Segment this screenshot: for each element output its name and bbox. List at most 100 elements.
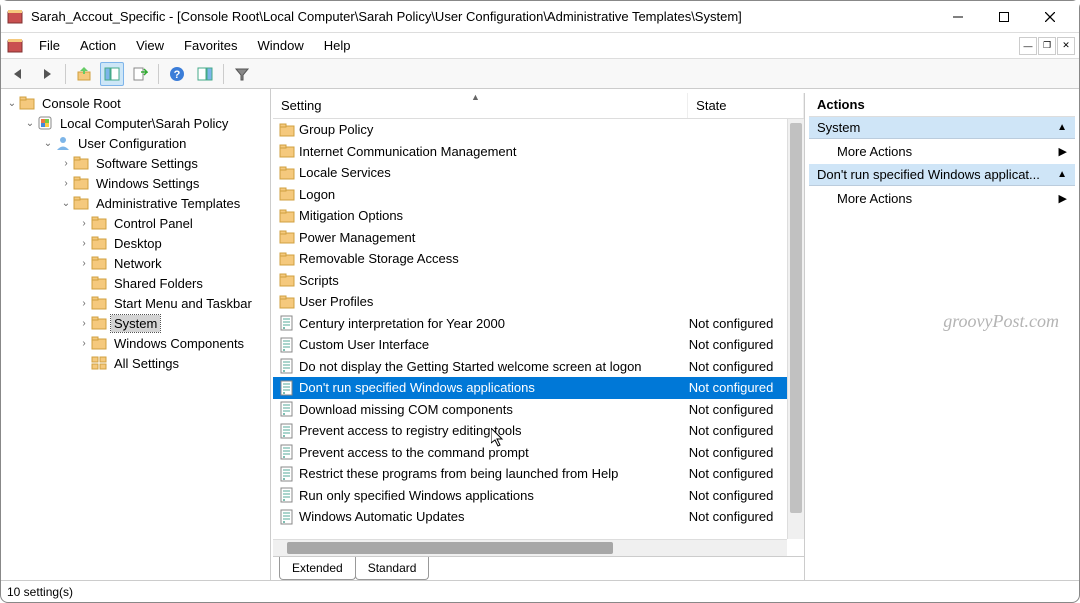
menu-action[interactable]: Action xyxy=(70,35,126,56)
tree-root[interactable]: ⌄ Console Root xyxy=(1,93,270,113)
help-button[interactable]: ? xyxy=(165,62,189,86)
mdi-icon xyxy=(7,38,23,54)
policy-icon xyxy=(279,487,295,503)
column-state[interactable]: State xyxy=(688,93,804,118)
tree-item-label: Software Settings xyxy=(93,155,201,172)
expand-icon[interactable]: › xyxy=(77,338,91,349)
menu-window[interactable]: Window xyxy=(248,35,314,56)
row-setting: Windows Automatic Updates xyxy=(299,509,689,524)
tree-item[interactable]: ⌄ Administrative Templates xyxy=(1,193,270,213)
expand-icon[interactable]: › xyxy=(59,158,73,169)
export-button[interactable] xyxy=(128,62,152,86)
mdi-restore-button[interactable]: ❐ xyxy=(1038,37,1056,55)
tree-item[interactable]: › Windows Settings xyxy=(1,173,270,193)
row-setting: Run only specified Windows applications xyxy=(299,488,689,503)
filter-button[interactable] xyxy=(230,62,254,86)
sort-indicator-icon: ▲ xyxy=(471,93,480,102)
list-row[interactable]: Do not display the Getting Started welco… xyxy=(273,356,804,378)
list-row[interactable]: Windows Automatic Updates Not configured xyxy=(273,506,804,528)
policy-icon xyxy=(279,380,295,396)
tree-item[interactable]: › Windows Components xyxy=(1,333,270,353)
tab-standard[interactable]: Standard xyxy=(355,557,430,580)
menu-favorites[interactable]: Favorites xyxy=(174,35,247,56)
show-tree-button[interactable] xyxy=(100,62,124,86)
tree-item[interactable]: › System xyxy=(1,313,270,333)
tree-item[interactable]: › Network xyxy=(1,253,270,273)
list-row[interactable]: Custom User Interface Not configured xyxy=(273,334,804,356)
action-group[interactable]: System ▲ xyxy=(809,117,1075,139)
expand-icon[interactable]: › xyxy=(59,178,73,189)
action-item[interactable]: More Actions▶ xyxy=(809,139,1075,164)
list-row[interactable]: Removable Storage Access xyxy=(273,248,804,270)
expand-icon[interactable]: › xyxy=(77,318,91,329)
expand-icon[interactable]: › xyxy=(77,298,91,309)
mdi-close-button[interactable]: ✕ xyxy=(1057,37,1075,55)
list-row[interactable]: Power Management xyxy=(273,227,804,249)
tree-item[interactable]: › Start Menu and Taskbar xyxy=(1,293,270,313)
menu-help[interactable]: Help xyxy=(314,35,361,56)
list-row[interactable]: User Profiles xyxy=(273,291,804,313)
folder-icon xyxy=(279,251,295,267)
chevron-up-icon[interactable]: ▲ xyxy=(1057,169,1067,180)
list-row[interactable]: Logon xyxy=(273,184,804,206)
folder-icon xyxy=(73,155,89,171)
list-row[interactable]: Run only specified Windows applications … xyxy=(273,485,804,507)
column-setting[interactable]: Setting xyxy=(273,93,688,118)
tree-item[interactable]: ⌄ Local Computer\Sarah Policy xyxy=(1,113,270,133)
tree-item[interactable]: Shared Folders xyxy=(1,273,270,293)
expand-icon[interactable]: › xyxy=(77,218,91,229)
list-row[interactable]: Prevent access to the command prompt Not… xyxy=(273,442,804,464)
close-button[interactable] xyxy=(1027,1,1073,33)
list-row[interactable]: Prevent access to registry editing tools… xyxy=(273,420,804,442)
watermark: groovyPost.com xyxy=(943,311,1059,332)
horizontal-scrollbar[interactable] xyxy=(273,539,787,556)
minimize-button[interactable] xyxy=(935,1,981,33)
folder-icon xyxy=(91,295,107,311)
list-row[interactable]: Download missing COM components Not conf… xyxy=(273,399,804,421)
list-row[interactable]: Scripts xyxy=(273,270,804,292)
action-group[interactable]: Don't run specified Windows applicat...▲ xyxy=(809,164,1075,186)
tree-pane[interactable]: ⌄ Console Root ⌄ Local Computer\Sarah Po… xyxy=(1,89,271,580)
collapse-icon[interactable]: ⌄ xyxy=(23,118,37,129)
action-group-title: System xyxy=(817,120,860,135)
folder-icon xyxy=(279,122,295,138)
tree-item[interactable]: › Software Settings xyxy=(1,153,270,173)
tree-item[interactable]: › Desktop xyxy=(1,233,270,253)
list-row[interactable]: Locale Services xyxy=(273,162,804,184)
mdi-minimize-button[interactable]: — xyxy=(1019,37,1037,55)
tree-item[interactable]: › Control Panel xyxy=(1,213,270,233)
list-row[interactable]: Group Policy xyxy=(273,119,804,141)
tree-item-label: Windows Settings xyxy=(93,175,202,192)
collapse-icon[interactable]: ⌄ xyxy=(41,138,55,149)
folder-icon xyxy=(73,175,89,191)
list-row[interactable]: Restrict these programs from being launc… xyxy=(273,463,804,485)
row-setting: Locale Services xyxy=(299,165,689,180)
tree-item[interactable]: All Settings xyxy=(1,353,270,373)
collapse-icon[interactable]: ⌄ xyxy=(5,98,19,109)
list-row[interactable]: Century interpretation for Year 2000 Not… xyxy=(273,313,804,335)
action-item-label: More Actions xyxy=(837,191,912,206)
list-row[interactable]: Mitigation Options xyxy=(273,205,804,227)
menu-file[interactable]: File xyxy=(29,35,70,56)
expand-icon[interactable]: › xyxy=(77,238,91,249)
collapse-icon[interactable]: ⌄ xyxy=(59,198,73,209)
up-button[interactable] xyxy=(72,62,96,86)
back-button[interactable] xyxy=(7,62,31,86)
forward-button[interactable] xyxy=(35,62,59,86)
window-title: Sarah_Accout_Specific - [Console Root\Lo… xyxy=(31,9,935,24)
tree-item[interactable]: ⌄ User Configuration xyxy=(1,133,270,153)
vertical-scrollbar[interactable] xyxy=(787,119,804,539)
maximize-button[interactable] xyxy=(981,1,1027,33)
actions-pane-button[interactable] xyxy=(193,62,217,86)
folder-icon xyxy=(279,165,295,181)
tree-item-label: System xyxy=(111,315,160,332)
row-setting: User Profiles xyxy=(299,294,689,309)
chevron-up-icon[interactable]: ▲ xyxy=(1057,122,1067,133)
action-item[interactable]: More Actions▶ xyxy=(809,186,1075,211)
list-row[interactable]: Don't run specified Windows applications… xyxy=(273,377,804,399)
list-row[interactable]: Internet Communication Management xyxy=(273,141,804,163)
tab-extended[interactable]: Extended xyxy=(279,557,356,580)
expand-icon[interactable]: › xyxy=(77,258,91,269)
tree-item-label: All Settings xyxy=(111,355,182,372)
menu-view[interactable]: View xyxy=(126,35,174,56)
